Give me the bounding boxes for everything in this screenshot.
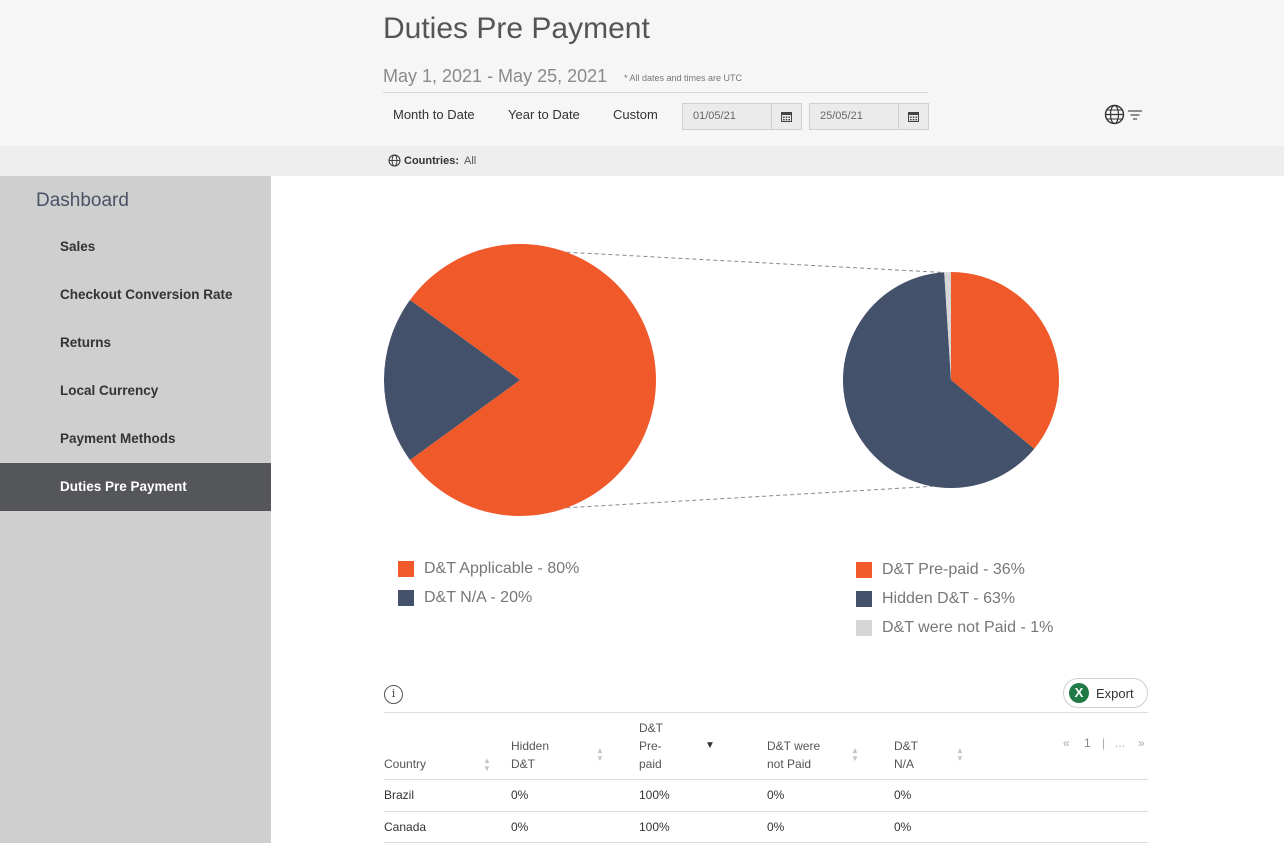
legend-label: D&T Applicable - 80% [424, 559, 580, 577]
connector-line [566, 251, 942, 273]
cell-dt-na: 0% [894, 820, 912, 834]
column-header-hidden-dt[interactable]: Hidden D&T [511, 737, 561, 773]
sort-icon[interactable]: ▲ ▼ [956, 747, 964, 763]
legend-item[interactable]: D&T Pre-paid - 36% [856, 555, 1053, 584]
header-divider [383, 92, 928, 93]
globe-icon [388, 154, 401, 167]
legend-swatch [856, 561, 872, 578]
calendar-icon[interactable] [898, 104, 928, 129]
row-divider [384, 811, 1148, 812]
export-button[interactable]: X Export [1063, 678, 1148, 708]
legend-label: D&T Pre-paid - 36% [882, 560, 1025, 578]
start-date-value[interactable]: 01/05/21 [683, 104, 771, 129]
sort-descending-icon[interactable]: ▼ [705, 740, 715, 751]
filter-icon[interactable] [1127, 109, 1143, 121]
column-header-dt-not-paid[interactable]: D&T were not Paid [767, 737, 833, 773]
sidebar-item-duties-pre-payment[interactable]: Duties Pre Payment [0, 463, 271, 511]
cell-country: Canada [384, 820, 427, 834]
cell-hidden-dt: 0% [511, 820, 529, 834]
custom-range-button[interactable]: Custom [613, 107, 658, 122]
utc-note: * All dates and times are UTC [624, 73, 743, 83]
pager-ellipsis: ... [1115, 736, 1126, 750]
export-label: Export [1096, 685, 1134, 701]
main-pie-legend: D&T Applicable - 80% D&T N/A - 20% [398, 554, 579, 612]
cell-dt-prepaid: 100% [639, 788, 670, 802]
legend-label: D&T were not Paid - 1% [882, 618, 1054, 636]
cell-dt-not-paid: 0% [767, 820, 785, 834]
column-header-dt-na[interactable]: D&T N/A [894, 737, 924, 773]
sidebar-item-sales[interactable]: Sales [0, 223, 271, 271]
globe-icon[interactable] [1104, 104, 1125, 125]
sort-icon[interactable]: ▲ ▼ [596, 747, 604, 763]
connector-line [566, 485, 933, 509]
excel-icon: X [1069, 683, 1089, 703]
page-title: Duties Pre Payment [383, 12, 650, 45]
legend-item[interactable]: D&T Applicable - 80% [398, 554, 579, 583]
table-header-divider [384, 779, 1148, 780]
pager-prev-button[interactable]: « [1063, 736, 1070, 750]
month-to-date-button[interactable]: Month to Date [393, 107, 475, 122]
legend-swatch [856, 619, 872, 636]
cell-hidden-dt: 0% [511, 788, 529, 802]
pager-page-1[interactable]: 1 [1084, 736, 1091, 750]
end-date-value[interactable]: 25/05/21 [810, 104, 898, 129]
cell-dt-not-paid: 0% [767, 788, 785, 802]
table-top-divider [384, 712, 1148, 713]
sidebar-item-local-currency[interactable]: Local Currency [0, 367, 271, 415]
country-filter-button[interactable] [1104, 104, 1143, 125]
page-header: Duties Pre Payment May 1, 2021 - May 25,… [0, 0, 1284, 146]
legend-label: D&T N/A - 20% [424, 588, 533, 606]
sort-icon[interactable]: ▲ ▼ [851, 747, 859, 763]
pager-next-button[interactable]: » [1138, 736, 1145, 750]
sidebar-item-checkout-conversion-rate[interactable]: Checkout Conversion Rate [0, 271, 271, 319]
pie-of-pie-chart [384, 244, 1059, 516]
legend-swatch [398, 589, 414, 606]
legend-swatch [856, 590, 872, 607]
sidebar-heading[interactable]: Dashboard [36, 190, 129, 212]
pager-separator: | [1102, 736, 1106, 750]
sort-icon[interactable]: ▲ ▼ [483, 757, 491, 773]
year-to-date-button[interactable]: Year to Date [508, 107, 580, 122]
end-date-field[interactable]: 25/05/21 [809, 103, 929, 130]
legend-item[interactable]: D&T were not Paid - 1% [856, 613, 1053, 642]
column-header-dt-prepaid[interactable]: D&T Pre- paid [639, 719, 675, 773]
date-range-text: May 1, 2021 - May 25, 2021 [383, 66, 608, 86]
legend-swatch [398, 560, 414, 577]
legend-item[interactable]: Hidden D&T - 63% [856, 584, 1053, 613]
calendar-icon[interactable] [771, 104, 801, 129]
sidebar-item-returns[interactable]: Returns [0, 319, 271, 367]
cell-country: Brazil [384, 788, 415, 802]
active-filters-bar: Countries: All [0, 146, 1284, 176]
detail-pie-legend: D&T Pre-paid - 36% Hidden D&T - 63% D&T … [856, 555, 1053, 642]
countries-filter-chip: Countries: All [388, 154, 476, 167]
start-date-field[interactable]: 01/05/21 [682, 103, 802, 130]
countries-filter-label: Countries: [404, 154, 459, 167]
cell-dt-prepaid: 100% [639, 820, 670, 834]
sidebar-item-payment-methods[interactable]: Payment Methods [0, 415, 271, 463]
column-header-country[interactable]: Country [384, 755, 426, 773]
legend-label: Hidden D&T - 63% [882, 589, 1016, 607]
countries-filter-value: All [464, 154, 477, 167]
cell-dt-na: 0% [894, 788, 912, 802]
legend-item[interactable]: D&T N/A - 20% [398, 583, 579, 612]
info-icon[interactable]: i [384, 685, 403, 704]
sidebar: Dashboard Sales Checkout Conversion Rate… [0, 176, 271, 843]
